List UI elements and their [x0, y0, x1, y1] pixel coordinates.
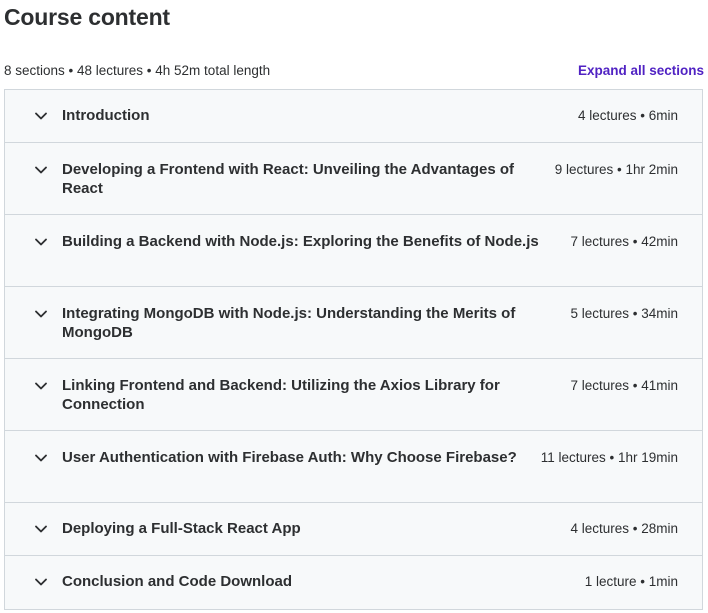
course-summary: 8 sections • 48 lectures • 4h 52m total … [4, 62, 271, 78]
section-axios[interactable]: Linking Frontend and Backend: Utilizing … [5, 359, 702, 431]
chevron-down-icon [30, 160, 52, 180]
section-title: Conclusion and Code Download [62, 573, 292, 590]
course-summary-row: 8 sections • 48 lectures • 4h 52m total … [4, 60, 704, 80]
section-list: Introduction 4 lectures • 6min Developin… [4, 89, 703, 610]
page-title: Course content [4, 4, 170, 30]
chevron-down-icon [30, 106, 52, 126]
chevron-down-icon [30, 304, 52, 324]
section-meta: 5 lectures • 34min [570, 306, 678, 321]
section-mongodb[interactable]: Integrating MongoDB with Node.js: Unders… [5, 287, 702, 359]
section-deploying[interactable]: Deploying a Full-Stack React App 4 lectu… [5, 503, 702, 556]
section-meta: 4 lectures • 28min [570, 521, 678, 536]
section-title: Deploying a Full-Stack React App [62, 520, 301, 537]
section-meta: 7 lectures • 42min [570, 234, 678, 249]
section-title: Building a Backend with Node.js: Explori… [62, 233, 539, 250]
chevron-down-icon [30, 448, 52, 468]
chevron-down-icon [30, 376, 52, 396]
section-introduction[interactable]: Introduction 4 lectures • 6min [5, 90, 702, 143]
section-title: Integrating MongoDB with Node.js: Unders… [62, 305, 516, 341]
chevron-down-icon [30, 232, 52, 252]
section-conclusion[interactable]: Conclusion and Code Download 1 lecture •… [5, 556, 702, 609]
section-title: Linking Frontend and Backend: Utilizing … [62, 377, 500, 413]
chevron-down-icon [30, 519, 52, 539]
section-frontend-react[interactable]: Developing a Frontend with React: Unveil… [5, 143, 702, 215]
chevron-down-icon [30, 572, 52, 592]
section-title: Developing a Frontend with React: Unveil… [62, 161, 514, 197]
section-meta: 1 lecture • 1min [584, 574, 678, 589]
course-content-panel: Course content 8 sections • 48 lectures … [0, 0, 708, 613]
section-title: Introduction [62, 107, 150, 124]
section-backend-node[interactable]: Building a Backend with Node.js: Explori… [5, 215, 702, 287]
section-firebase-auth[interactable]: User Authentication with Firebase Auth: … [5, 431, 702, 503]
section-meta: 11 lectures • 1hr 19min [540, 450, 678, 465]
section-meta: 7 lectures • 41min [570, 378, 678, 393]
section-meta: 4 lectures • 6min [577, 108, 678, 123]
expand-all-sections-button[interactable]: Expand all sections [578, 63, 704, 78]
section-title: User Authentication with Firebase Auth: … [62, 449, 517, 466]
section-meta: 9 lectures • 1hr 2min [554, 162, 678, 177]
